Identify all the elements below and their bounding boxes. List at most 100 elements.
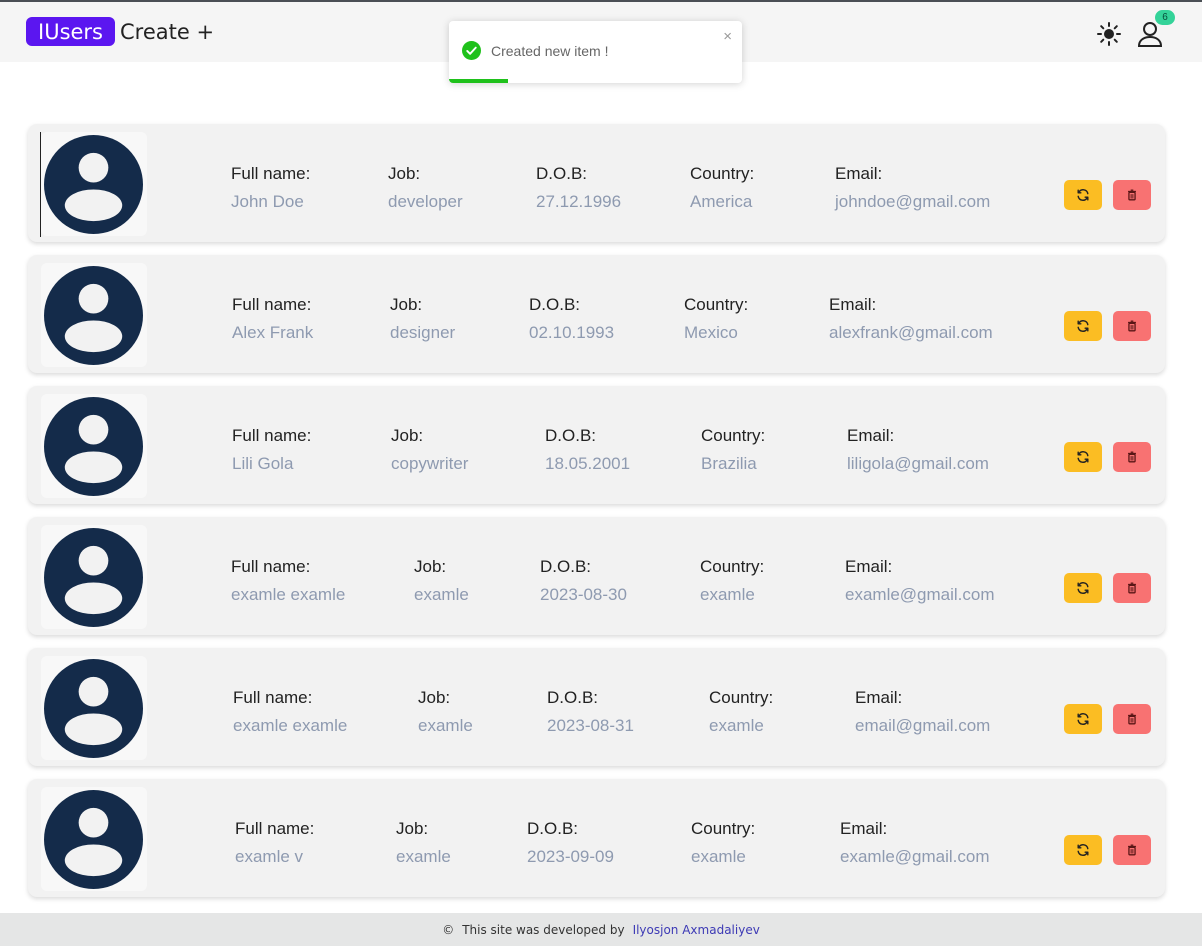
- avatar: [41, 394, 147, 498]
- field-label: Email:: [855, 688, 903, 707]
- logo[interactable]: IUsers: [26, 17, 115, 46]
- field-job: Job: examle: [418, 688, 473, 736]
- field-country: Country: Brazilia: [701, 426, 765, 474]
- user-avatar-icon: [44, 528, 143, 627]
- refresh-icon: [1077, 320, 1089, 332]
- field-full-name: Full name: Alex Frank: [232, 295, 313, 343]
- field-email: Email: liligola@gmail.com: [847, 426, 989, 474]
- field-label: Country:: [701, 426, 766, 445]
- field-value: alexfrank@gmail.com: [829, 323, 993, 342]
- field-email: Email: examle@gmail.com: [840, 819, 990, 867]
- create-link[interactable]: Create +: [120, 20, 214, 44]
- avatar: [41, 525, 147, 629]
- footer: © This site was developed by Ilyosjon Axma…: [0, 913, 1202, 946]
- field-value: examle examle: [233, 716, 348, 735]
- field-email: Email: email@gmail.com: [855, 688, 990, 736]
- update-button[interactable]: [1064, 180, 1102, 210]
- field-job: Job: examle: [414, 557, 469, 605]
- delete-button[interactable]: [1113, 442, 1151, 472]
- update-button[interactable]: [1064, 704, 1102, 734]
- field-value: examle: [418, 716, 473, 735]
- refresh-icon: [1077, 582, 1089, 594]
- toast-progress-bar: [449, 79, 508, 83]
- delete-button[interactable]: [1113, 704, 1151, 734]
- update-button[interactable]: [1064, 573, 1102, 603]
- field-email: Email: johndoe@gmail.com: [835, 164, 990, 212]
- user-avatar-icon: [44, 266, 143, 365]
- field-label: Job:: [418, 688, 451, 707]
- field-label: D.O.B:: [545, 426, 597, 445]
- user-card: Full name: examle v Job: examle D.O.B: 2023-0…: [28, 779, 1165, 897]
- field-dob: D.O.B: 02.10.1993: [529, 295, 614, 343]
- field-job: Job: developer: [388, 164, 463, 212]
- field-value: designer: [390, 323, 456, 342]
- field-value: examle: [700, 585, 755, 604]
- field-email: Email: examle@gmail.com: [845, 557, 995, 605]
- field-label: Job:: [388, 164, 421, 183]
- update-button[interactable]: [1064, 311, 1102, 341]
- field-label: Country:: [691, 819, 756, 838]
- field-value: liligola@gmail.com: [847, 454, 989, 473]
- field-value: examle: [396, 847, 451, 866]
- author-link[interactable]: Ilyosjon Axmadaliyev: [633, 923, 760, 937]
- notification-badge: 6: [1155, 10, 1175, 25]
- delete-button[interactable]: [1113, 835, 1151, 865]
- field-label: Country:: [690, 164, 755, 183]
- field-value: examle@gmail.com: [840, 847, 990, 866]
- field-label: Job:: [396, 819, 429, 838]
- field-email: Email: alexfrank@gmail.com: [829, 295, 993, 343]
- field-value: examle examle: [231, 585, 346, 604]
- update-button[interactable]: [1064, 442, 1102, 472]
- field-country: Country: Mexico: [684, 295, 748, 343]
- field-value: examle@gmail.com: [845, 585, 995, 604]
- field-value: John Doe: [231, 192, 304, 211]
- field-value: Alex Frank: [232, 323, 314, 342]
- user-avatar-icon: [44, 397, 143, 496]
- update-button[interactable]: [1064, 835, 1102, 865]
- copyright-icon: ©: [442, 923, 455, 937]
- close-icon[interactable]: ×: [723, 28, 732, 45]
- field-label: Email:: [835, 164, 883, 183]
- toast-progress-track: [449, 79, 742, 83]
- check-circle-icon: [462, 41, 481, 60]
- trash-icon: [1128, 189, 1136, 201]
- field-label: Full name:: [235, 819, 315, 838]
- field-label: Full name:: [232, 295, 312, 314]
- field-dob: D.O.B: 18.05.2001: [545, 426, 630, 474]
- field-value: johndoe@gmail.com: [835, 192, 991, 211]
- field-full-name: Full name: John Doe: [231, 164, 310, 212]
- user-avatar-icon: [44, 135, 143, 234]
- user-avatar-icon: [44, 659, 143, 758]
- field-dob: D.O.B: 27.12.1996: [536, 164, 621, 212]
- user-avatar-icon: [44, 790, 143, 889]
- trash-icon: [1128, 844, 1136, 856]
- avatar: [41, 263, 147, 367]
- field-value: examle v: [235, 847, 304, 866]
- refresh-icon: [1077, 713, 1089, 725]
- field-country: Country: America: [690, 164, 754, 212]
- field-label: D.O.B:: [529, 295, 581, 314]
- field-label: Job:: [391, 426, 424, 445]
- refresh-icon: [1077, 844, 1089, 856]
- delete-button[interactable]: [1113, 573, 1151, 603]
- field-label: Country:: [700, 557, 765, 576]
- field-full-name: Full name: examle v: [235, 819, 314, 867]
- field-job: Job: examle: [396, 819, 451, 867]
- field-value: examle: [414, 585, 469, 604]
- trash-icon: [1128, 713, 1136, 725]
- field-value: 2023-08-31: [547, 716, 634, 735]
- field-full-name: Full name: examle examle: [233, 688, 347, 736]
- field-value: Brazilia: [701, 454, 757, 473]
- field-label: D.O.B:: [536, 164, 588, 183]
- field-label: D.O.B:: [540, 557, 592, 576]
- toast-message: Created new item !: [491, 43, 609, 59]
- field-value: examle: [709, 716, 764, 735]
- trash-icon: [1128, 320, 1136, 332]
- refresh-icon: [1077, 189, 1089, 201]
- theme-toggle-sun-icon[interactable]: [1096, 21, 1122, 47]
- delete-button[interactable]: [1113, 180, 1151, 210]
- field-label: D.O.B:: [547, 688, 599, 707]
- delete-button[interactable]: [1113, 311, 1151, 341]
- field-label: Country:: [684, 295, 749, 314]
- field-value: 02.10.1993: [529, 323, 615, 342]
